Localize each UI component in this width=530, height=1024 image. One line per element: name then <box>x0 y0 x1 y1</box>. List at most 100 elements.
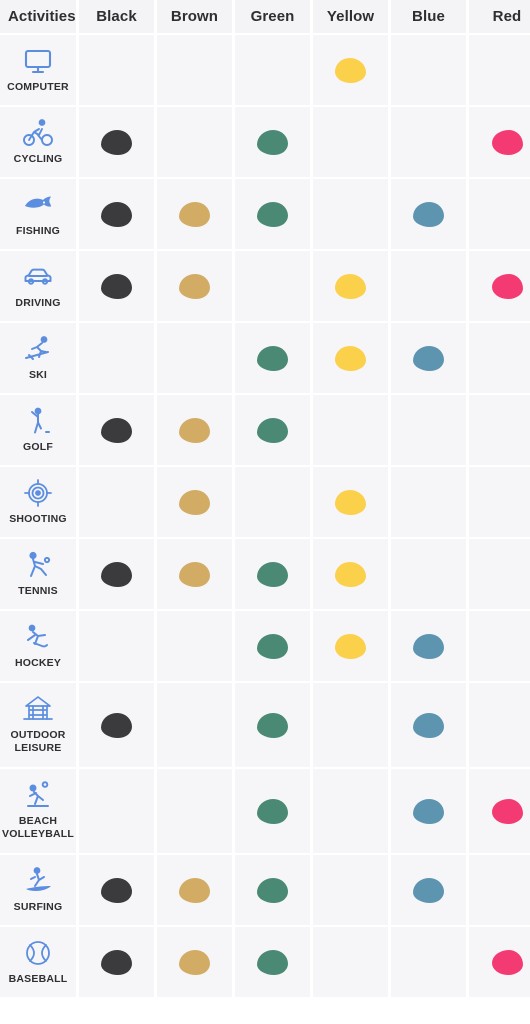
matrix-cell-green[interactable] <box>235 33 310 105</box>
activity-row-label[interactable]: SHOOTING <box>0 465 76 537</box>
matrix-cell-brown[interactable] <box>157 393 232 465</box>
activity-row-label[interactable]: HOCKEY <box>0 609 76 681</box>
matrix-cell-brown[interactable] <box>157 853 232 925</box>
matrix-cell-green[interactable] <box>235 681 310 767</box>
matrix-cell-black[interactable] <box>79 33 154 105</box>
column-header-green[interactable]: Green <box>235 0 310 33</box>
matrix-cell-red[interactable] <box>469 609 530 681</box>
matrix-cell-blue[interactable] <box>391 177 466 249</box>
matrix-cell-yellow[interactable] <box>313 925 388 997</box>
matrix-cell-black[interactable] <box>79 105 154 177</box>
matrix-cell-yellow[interactable] <box>313 767 388 853</box>
matrix-cell-blue[interactable] <box>391 393 466 465</box>
matrix-cell-brown[interactable] <box>157 33 232 105</box>
activity-row-label[interactable]: BEACH VOLLEYBALL <box>0 767 76 853</box>
matrix-cell-brown[interactable] <box>157 177 232 249</box>
matrix-cell-black[interactable] <box>79 537 154 609</box>
matrix-cell-green[interactable] <box>235 767 310 853</box>
activity-row-label[interactable]: OUTDOOR LEISURE <box>0 681 76 767</box>
activity-row-label[interactable]: FISHING <box>0 177 76 249</box>
matrix-cell-brown[interactable] <box>157 321 232 393</box>
matrix-cell-black[interactable] <box>79 767 154 853</box>
matrix-cell-yellow[interactable] <box>313 465 388 537</box>
matrix-cell-red[interactable] <box>469 33 530 105</box>
matrix-cell-blue[interactable] <box>391 853 466 925</box>
matrix-cell-blue[interactable] <box>391 33 466 105</box>
matrix-cell-green[interactable] <box>235 177 310 249</box>
matrix-cell-yellow[interactable] <box>313 321 388 393</box>
matrix-cell-red[interactable] <box>469 105 530 177</box>
matrix-cell-black[interactable] <box>79 465 154 537</box>
matrix-cell-blue[interactable] <box>391 767 466 853</box>
matrix-cell-blue[interactable] <box>391 465 466 537</box>
matrix-cell-black[interactable] <box>79 609 154 681</box>
matrix-cell-brown[interactable] <box>157 105 232 177</box>
column-header-brown[interactable]: Brown <box>157 0 232 33</box>
column-header-yellow[interactable]: Yellow <box>313 0 388 33</box>
matrix-cell-red[interactable] <box>469 925 530 997</box>
matrix-cell-black[interactable] <box>79 925 154 997</box>
activity-row-label[interactable]: SURFING <box>0 853 76 925</box>
matrix-cell-red[interactable] <box>469 177 530 249</box>
matrix-cell-red[interactable] <box>469 681 530 767</box>
matrix-cell-brown[interactable] <box>157 925 232 997</box>
matrix-cell-green[interactable] <box>235 249 310 321</box>
matrix-cell-green[interactable] <box>235 853 310 925</box>
matrix-cell-blue[interactable] <box>391 925 466 997</box>
matrix-cell-yellow[interactable] <box>313 681 388 767</box>
matrix-cell-green[interactable] <box>235 609 310 681</box>
matrix-cell-black[interactable] <box>79 249 154 321</box>
matrix-cell-green[interactable] <box>235 537 310 609</box>
matrix-cell-red[interactable] <box>469 853 530 925</box>
matrix-cell-black[interactable] <box>79 177 154 249</box>
matrix-cell-brown[interactable] <box>157 249 232 321</box>
matrix-cell-red[interactable] <box>469 321 530 393</box>
matrix-cell-blue[interactable] <box>391 681 466 767</box>
matrix-cell-blue[interactable] <box>391 321 466 393</box>
activity-row-label[interactable]: CYCLING <box>0 105 76 177</box>
matrix-cell-black[interactable] <box>79 681 154 767</box>
matrix-cell-yellow[interactable] <box>313 249 388 321</box>
activity-row-label[interactable]: DRIVING <box>0 249 76 321</box>
column-header-activities[interactable]: Activities <box>0 0 76 33</box>
activity-row-label[interactable]: SKI <box>0 321 76 393</box>
activity-row-label[interactable]: TENNIS <box>0 537 76 609</box>
column-header-blue[interactable]: Blue <box>391 0 466 33</box>
activity-name: SKI <box>28 368 48 381</box>
matrix-cell-blue[interactable] <box>391 609 466 681</box>
matrix-cell-blue[interactable] <box>391 537 466 609</box>
matrix-cell-yellow[interactable] <box>313 537 388 609</box>
activity-name: BEACH VOLLEYBALL <box>2 815 74 840</box>
matrix-cell-green[interactable] <box>235 465 310 537</box>
matrix-cell-red[interactable] <box>469 465 530 537</box>
activity-row-label[interactable]: GOLF <box>0 393 76 465</box>
matrix-cell-red[interactable] <box>469 767 530 853</box>
matrix-cell-yellow[interactable] <box>313 853 388 925</box>
column-header-black[interactable]: Black <box>79 0 154 33</box>
matrix-cell-brown[interactable] <box>157 767 232 853</box>
matrix-cell-green[interactable] <box>235 925 310 997</box>
activity-row-label[interactable]: BASEBALL <box>0 925 76 997</box>
matrix-cell-green[interactable] <box>235 105 310 177</box>
matrix-cell-yellow[interactable] <box>313 105 388 177</box>
matrix-cell-red[interactable] <box>469 537 530 609</box>
matrix-cell-brown[interactable] <box>157 609 232 681</box>
matrix-cell-yellow[interactable] <box>313 33 388 105</box>
matrix-cell-brown[interactable] <box>157 465 232 537</box>
matrix-cell-black[interactable] <box>79 321 154 393</box>
matrix-cell-brown[interactable] <box>157 681 232 767</box>
matrix-cell-black[interactable] <box>79 393 154 465</box>
matrix-cell-yellow[interactable] <box>313 393 388 465</box>
matrix-cell-yellow[interactable] <box>313 609 388 681</box>
matrix-cell-brown[interactable] <box>157 537 232 609</box>
matrix-cell-black[interactable] <box>79 853 154 925</box>
matrix-cell-blue[interactable] <box>391 105 466 177</box>
matrix-cell-blue[interactable] <box>391 249 466 321</box>
activity-row-label[interactable]: COMPUTER <box>0 33 76 105</box>
column-header-red[interactable]: Red <box>469 0 530 33</box>
matrix-cell-red[interactable] <box>469 249 530 321</box>
matrix-cell-green[interactable] <box>235 321 310 393</box>
matrix-cell-yellow[interactable] <box>313 177 388 249</box>
matrix-cell-red[interactable] <box>469 393 530 465</box>
matrix-cell-green[interactable] <box>235 393 310 465</box>
